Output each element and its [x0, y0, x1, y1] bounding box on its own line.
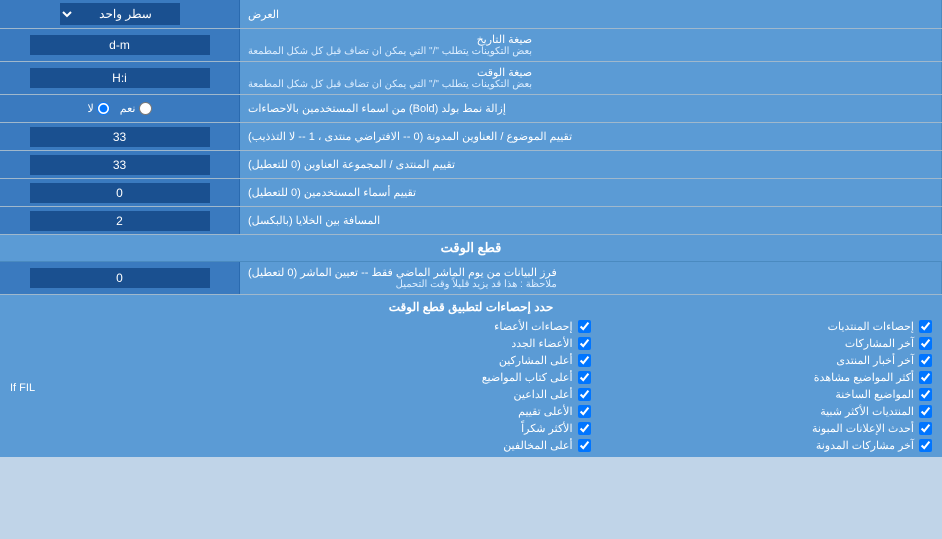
checkbox-item: آخر المشاركات [591, 337, 932, 350]
checkboxes-section: حدد إحصاءات لتطبيق قطع الوقت إحصاءات الم… [0, 295, 942, 457]
checkboxes-title-row: حدد إحصاءات لتطبيق قطع الوقت [10, 300, 932, 314]
cb-most-thanked[interactable] [578, 422, 591, 435]
cell-spacing-label: المسافة بين الخلايا (بالبكسل) [240, 207, 942, 234]
topics-order-label: تقييم الموضوع / العناوين المدونة (0 -- ا… [240, 123, 942, 150]
cell-spacing-input [0, 207, 240, 234]
cb-last-posts[interactable] [919, 337, 932, 350]
radio-yes-label[interactable]: نعم [120, 102, 152, 115]
topics-order-field[interactable] [30, 127, 210, 147]
cutoff-row: فرز البيانات من يوم الماشر الماضي فقط --… [0, 262, 942, 295]
users-order-input [0, 179, 240, 206]
cb-members-stats[interactable] [578, 320, 591, 333]
checkboxes-col-3: If FIL [10, 320, 249, 452]
cb-top-rated[interactable] [578, 405, 591, 418]
cb-top-callers[interactable] [578, 388, 591, 401]
remove-bold-label: إزالة نمط بولد (Bold) من اسماء المستخدمي… [240, 95, 942, 122]
cutoff-input [0, 262, 240, 294]
users-order-label: تقييم أسماء المستخدمين (0 للتعطيل) [240, 179, 942, 206]
radio-yes[interactable] [139, 102, 152, 115]
if-fil-label: If FIL [10, 382, 35, 394]
cb-most-viewed[interactable] [919, 371, 932, 384]
checkbox-item: آخر مشاركات المدونة [591, 439, 932, 452]
cb-popular-forums[interactable] [919, 405, 932, 418]
cell-spacing-row: المسافة بين الخلايا (بالبكسل) [0, 207, 942, 235]
cb-hot-topics[interactable] [919, 388, 932, 401]
time-format-label: صيغة الوقت بعض التكوينات يتطلب "/" التي … [240, 62, 942, 94]
remove-bold-row: إزالة نمط بولد (Bold) من اسماء المستخدمي… [0, 95, 942, 123]
radio-no[interactable] [97, 102, 110, 115]
checkbox-item: أعلى الداعين [249, 388, 590, 401]
cutoff-label: فرز البيانات من يوم الماشر الماضي فقط --… [240, 262, 942, 294]
users-order-field[interactable] [30, 183, 210, 203]
forum-order-input [0, 151, 240, 178]
cb-last-news[interactable] [919, 354, 932, 367]
checkbox-item: أعلى المخالفين [249, 439, 590, 452]
cb-blog-posts[interactable] [919, 439, 932, 452]
cb-top-writers[interactable] [578, 371, 591, 384]
display-mode-select[interactable]: سطر واحد سطرين ثلاثة أسطر [60, 3, 180, 25]
checkboxes-grid: إحصاءات المنتديات آخر المشاركات آخر أخبا… [10, 320, 932, 452]
display-mode-row: العرض سطر واحد سطرين ثلاثة أسطر [0, 0, 942, 29]
radio-no-label[interactable]: لا [88, 102, 110, 115]
date-format-field[interactable] [30, 35, 210, 55]
checkbox-item: آخر أخبار المنتدى [591, 354, 932, 367]
display-mode-label: العرض [240, 0, 942, 28]
checkbox-item: أعلى المشاركين [249, 354, 590, 367]
cell-spacing-field[interactable] [30, 211, 210, 231]
users-order-row: تقييم أسماء المستخدمين (0 للتعطيل) [0, 179, 942, 207]
checkbox-item: الأعلى تقييم [249, 405, 590, 418]
cutoff-field[interactable] [30, 268, 210, 288]
checkbox-item: أكثر المواضيع مشاهدة [591, 371, 932, 384]
cb-forum-stats[interactable] [919, 320, 932, 333]
main-container: العرض سطر واحد سطرين ثلاثة أسطر صيغة الت… [0, 0, 942, 457]
remove-bold-radio-group: نعم لا [80, 102, 160, 115]
cb-top-violators[interactable] [578, 439, 591, 452]
cb-latest-news[interactable] [919, 422, 932, 435]
time-format-row: صيغة الوقت بعض التكوينات يتطلب "/" التي … [0, 62, 942, 95]
forum-order-label: تقييم المنتدى / المجموعة العناوين (0 للت… [240, 151, 942, 178]
checkbox-item: إحصاءات المنتديات [591, 320, 932, 333]
checkbox-item: أعلى كتاب المواضيع [249, 371, 590, 384]
checkboxes-col-1: إحصاءات المنتديات آخر المشاركات آخر أخبا… [591, 320, 932, 452]
checkbox-item: إحصاءات الأعضاء [249, 320, 590, 333]
date-format-input [0, 29, 240, 61]
checkboxes-col-2: إحصاءات الأعضاء الأعضاء الجدد أعلى المشا… [249, 320, 590, 452]
topics-order-row: تقييم الموضوع / العناوين المدونة (0 -- ا… [0, 123, 942, 151]
date-format-label: صيغة التاريخ بعض التكوينات يتطلب "/" الت… [240, 29, 942, 61]
cb-top-posters[interactable] [578, 354, 591, 367]
time-format-input [0, 62, 240, 94]
checkbox-item: الأعضاء الجدد [249, 337, 590, 350]
display-mode-input: سطر واحد سطرين ثلاثة أسطر [0, 0, 240, 28]
checkbox-item: الأكثر شكراً [249, 422, 590, 435]
cutoff-section-header: قطع الوقت [0, 235, 942, 262]
checkbox-item: المنتديات الأكثر شبية [591, 405, 932, 418]
date-format-row: صيغة التاريخ بعض التكوينات يتطلب "/" الت… [0, 29, 942, 62]
checkboxes-title-center: حدد إحصاءات لتطبيق قطع الوقت [10, 300, 932, 314]
time-format-field[interactable] [30, 68, 210, 88]
checkbox-item: أحدث الإعلانات المبونة [591, 422, 932, 435]
remove-bold-input: نعم لا [0, 95, 240, 122]
forum-order-field[interactable] [30, 155, 210, 175]
topics-order-input [0, 123, 240, 150]
forum-order-row: تقييم المنتدى / المجموعة العناوين (0 للت… [0, 151, 942, 179]
checkbox-item: المواضيع الساخنة [591, 388, 932, 401]
cb-new-members[interactable] [578, 337, 591, 350]
